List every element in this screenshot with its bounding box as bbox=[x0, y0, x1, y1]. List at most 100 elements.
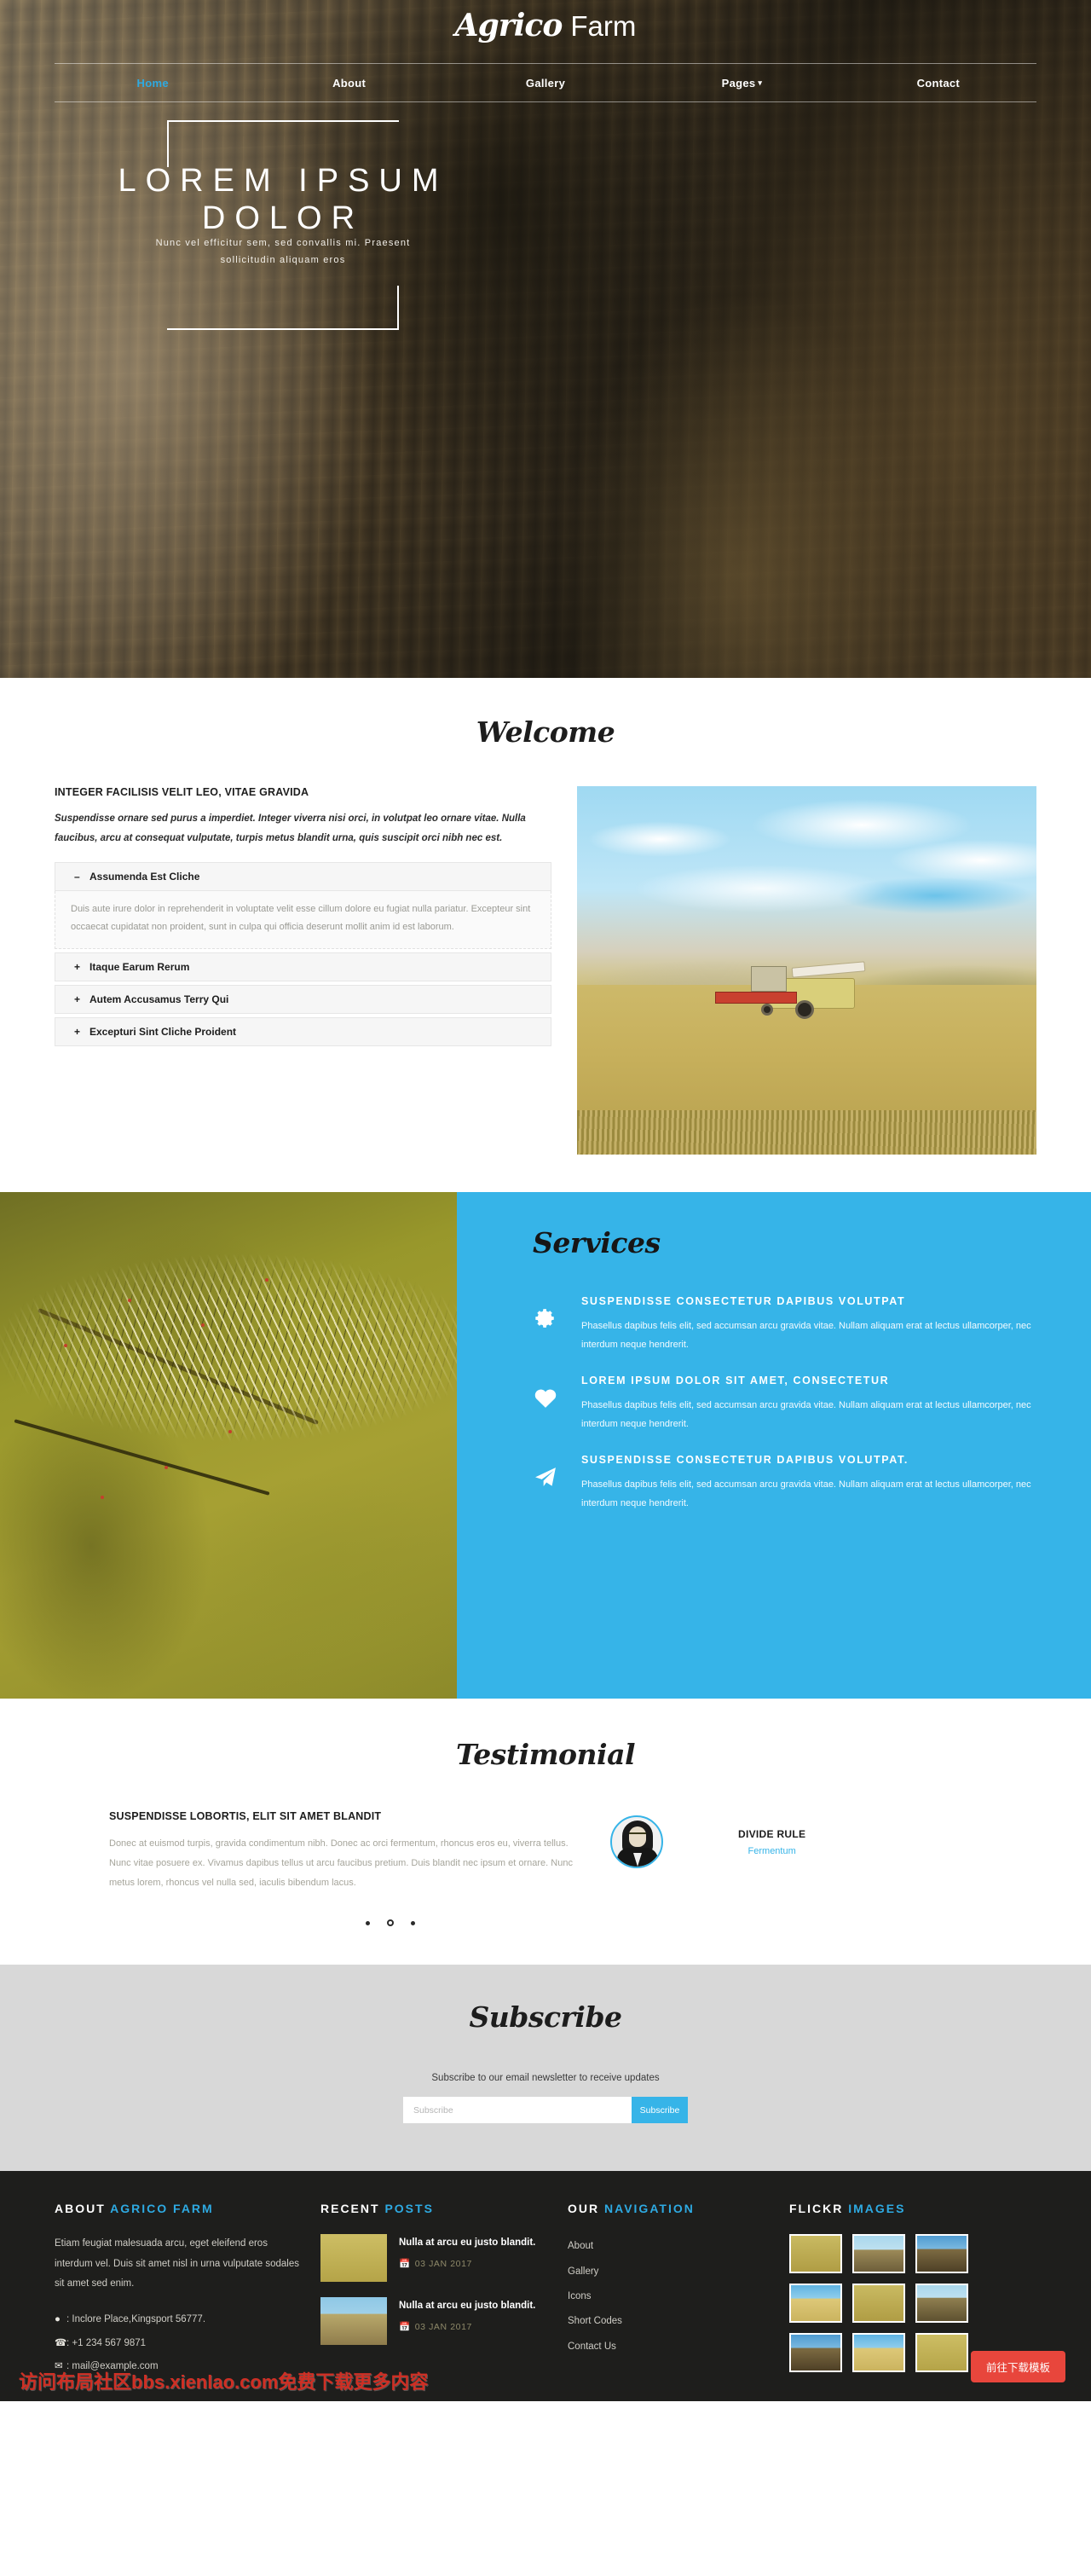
footer-nav-item-gallery[interactable]: Gallery bbox=[568, 2260, 774, 2284]
footer-heading-plain: ABOUT bbox=[55, 2202, 106, 2216]
heart-icon bbox=[510, 1375, 581, 1409]
nav-label: Pages bbox=[721, 76, 756, 90]
footer-about-heading: ABOUT AGRICO FARM bbox=[55, 2202, 305, 2215]
services-photo bbox=[0, 1192, 457, 1699]
footer-heading-plain: OUR bbox=[568, 2202, 600, 2216]
flickr-thumbnail[interactable] bbox=[789, 2333, 842, 2373]
site-footer: ABOUT AGRICO FARM Etiam feugiat malesuad… bbox=[0, 2171, 1091, 2401]
flickr-thumbnail[interactable] bbox=[915, 2333, 968, 2373]
testimonial-author-column: DIVIDE RULE Fermentum bbox=[583, 1810, 1036, 1868]
services-list: SUSPENDISSE CONSECTETUR DAPIBUS VOLUTPAT… bbox=[510, 1295, 1038, 1513]
map-pin-icon: ● bbox=[55, 2313, 61, 2324]
post-thumbnail bbox=[320, 2234, 387, 2283]
harvester-cab bbox=[751, 966, 788, 993]
service-item: SUSPENDISSE CONSECTETUR DAPIBUS VOLUTPAT… bbox=[510, 1295, 1038, 1354]
post-thumbnail bbox=[320, 2297, 387, 2346]
nav-label: Home bbox=[136, 76, 169, 90]
welcome-lead-paragraph: Suspendisse ornare sed purus a imperdiet… bbox=[55, 813, 526, 843]
accordion-header-4[interactable]: + Excepturi Sint Cliche Proident bbox=[55, 1016, 551, 1046]
footer-post-item[interactable]: Nulla at arcu eu justo blandit. 📅 03 JAN … bbox=[320, 2297, 552, 2346]
page-root: Agrico Farm Home About Gallery Pages ▾ Co… bbox=[0, 0, 1091, 2401]
hero-subtitle-line-1: Nunc vel efficitur sem, sed convallis mi… bbox=[155, 238, 411, 248]
harvester-wheel bbox=[795, 1000, 815, 1020]
post-date-text: 03 JAN 2017 bbox=[414, 2258, 472, 2269]
footer-about-column: ABOUT AGRICO FARM Etiam feugiat malesuad… bbox=[55, 2202, 320, 2378]
main-navigation: Home About Gallery Pages ▾ Contact bbox=[55, 63, 1036, 103]
accordion-label: Excepturi Sint Cliche Proident bbox=[89, 1025, 237, 1038]
accordion-header-2[interactable]: + Itaque Earum Rerum bbox=[55, 952, 551, 981]
flickr-thumbnail[interactable] bbox=[789, 2234, 842, 2274]
footer-about-text: Etiam feugiat malesuada arcu, eget eleif… bbox=[55, 2238, 300, 2289]
subscribe-button[interactable]: Subscribe bbox=[632, 2097, 688, 2124]
flickr-thumbnail[interactable] bbox=[915, 2234, 968, 2274]
carousel-dot-3[interactable] bbox=[411, 1920, 416, 1925]
grain-head bbox=[0, 1232, 457, 1507]
subscribe-form: Subscribe bbox=[0, 2097, 1091, 2124]
nav-item-home[interactable]: Home bbox=[55, 77, 251, 90]
harvester-arm bbox=[791, 961, 866, 979]
footer-recent-posts-column: RECENT POSTS Nulla at arcu eu justo blan… bbox=[320, 2202, 568, 2378]
post-title: Nulla at arcu eu justo blandit. bbox=[399, 2237, 536, 2249]
footer-heading-highlight: POSTS bbox=[384, 2202, 434, 2216]
subscribe-email-input[interactable] bbox=[403, 2097, 632, 2124]
service-heading: SUSPENDISSE CONSECTETUR DAPIBUS VOLUTPAT… bbox=[581, 1454, 909, 1466]
footer-navigation-column: OUR NAVIGATION About Gallery Icons Short… bbox=[568, 2202, 789, 2378]
welcome-heading: INTEGER FACILISIS VELIT LEO, VITAE GRAVI… bbox=[55, 786, 309, 798]
footer-heading-highlight: NAVIGATION bbox=[604, 2202, 695, 2216]
hero-title-line-1: LOREM IPSUM bbox=[118, 163, 448, 199]
services-title: Services bbox=[533, 1226, 661, 1259]
service-item: SUSPENDISSE CONSECTETUR DAPIBUS VOLUTPAT… bbox=[510, 1454, 1038, 1513]
accordion-header-1[interactable]: – Assumenda Est Cliche bbox=[55, 862, 551, 891]
post-date-text: 03 JAN 2017 bbox=[414, 2321, 472, 2332]
accordion-label: Itaque Earum Rerum bbox=[89, 960, 190, 973]
subscribe-note: Subscribe to our email newsletter to rec… bbox=[431, 2073, 660, 2084]
footer-nav-item-short-codes[interactable]: Short Codes bbox=[568, 2309, 774, 2334]
carousel-dot-1[interactable] bbox=[365, 1920, 370, 1925]
flickr-thumbnail[interactable] bbox=[852, 2234, 905, 2274]
subscribe-section: Subscribe Subscribe to our email newslet… bbox=[0, 1965, 1091, 2172]
flickr-thumbnail[interactable] bbox=[789, 2284, 842, 2324]
footer-nav-item-about[interactable]: About bbox=[568, 2234, 774, 2259]
nav-item-about[interactable]: About bbox=[251, 77, 447, 90]
footer-nav-item-contact-us[interactable]: Contact Us bbox=[568, 2335, 774, 2359]
footer-heading-plain: FLICKR bbox=[789, 2202, 844, 2216]
logo-word-1: Agrico bbox=[454, 8, 563, 43]
service-text: Phasellus dapibus felis elit, sed accums… bbox=[581, 1400, 1031, 1429]
nav-item-gallery[interactable]: Gallery bbox=[447, 77, 644, 90]
accordion-item: + Autem Accusamus Terry Qui bbox=[55, 984, 551, 1014]
accordion-label: Autem Accusamus Terry Qui bbox=[89, 993, 229, 1005]
avatar-face bbox=[629, 1826, 646, 1847]
carousel-dot-2-active[interactable] bbox=[387, 1919, 394, 1927]
flickr-thumbnail[interactable] bbox=[852, 2333, 905, 2373]
accordion-toggle-icon: + bbox=[74, 960, 81, 973]
flickr-thumbnail[interactable] bbox=[852, 2284, 905, 2324]
services-panel: Services SUSPENDISSE CONSECTETUR DAPIBUS… bbox=[457, 1192, 1091, 1699]
accordion-toggle-icon: – bbox=[74, 871, 80, 883]
footer-email: : mail@example.com bbox=[66, 2361, 159, 2372]
footer-nav-item-icons[interactable]: Icons bbox=[568, 2284, 774, 2309]
accordion-header-3[interactable]: + Autem Accusamus Terry Qui bbox=[55, 984, 551, 1014]
welcome-text-column: INTEGER FACILISIS VELIT LEO, VITAE GRAVI… bbox=[55, 786, 551, 1155]
download-template-button[interactable]: 前往下载模板 bbox=[970, 2350, 1065, 2382]
footer-phone: : +1 234 567 9871 bbox=[66, 2337, 147, 2348]
testimonial-section: Testimonial SUSPENDISSE LOBORTIS, ELIT S… bbox=[0, 1699, 1091, 1965]
service-item: LOREM IPSUM DOLOR SIT AMET, CONSECTETUR … bbox=[510, 1375, 1038, 1433]
footer-email-row: ✉: mail@example.com bbox=[55, 2355, 305, 2379]
harvester-photo bbox=[577, 786, 1036, 1155]
site-logo[interactable]: Agrico Farm bbox=[0, 0, 1091, 44]
phone-icon: ☎ bbox=[55, 2337, 67, 2348]
footer-address: : Inclore Place,Kingsport 56777. bbox=[66, 2313, 206, 2324]
hero-subtitle: Nunc vel efficitur sem, sed convallis mi… bbox=[0, 234, 566, 269]
nav-item-contact[interactable]: Contact bbox=[840, 77, 1036, 90]
footer-phone-row: ☎: +1 234 567 9871 bbox=[55, 2332, 305, 2356]
service-text: Phasellus dapibus felis elit, sed accums… bbox=[581, 1321, 1031, 1350]
logo-word-2: Farm bbox=[570, 10, 637, 42]
envelope-icon: ✉ bbox=[55, 2361, 63, 2372]
footer-navigation-heading: OUR NAVIGATION bbox=[568, 2202, 774, 2215]
harvester-header bbox=[715, 992, 798, 1004]
flickr-thumbnail[interactable] bbox=[915, 2284, 968, 2324]
welcome-section: Welcome INTEGER FACILISIS VELIT LEO, VIT… bbox=[0, 678, 1091, 1192]
nav-item-pages[interactable]: Pages ▾ bbox=[644, 77, 840, 90]
footer-post-item[interactable]: Nulla at arcu eu justo blandit. 📅 03 JAN … bbox=[320, 2234, 552, 2283]
frame-corner-bottom-right bbox=[167, 286, 399, 330]
